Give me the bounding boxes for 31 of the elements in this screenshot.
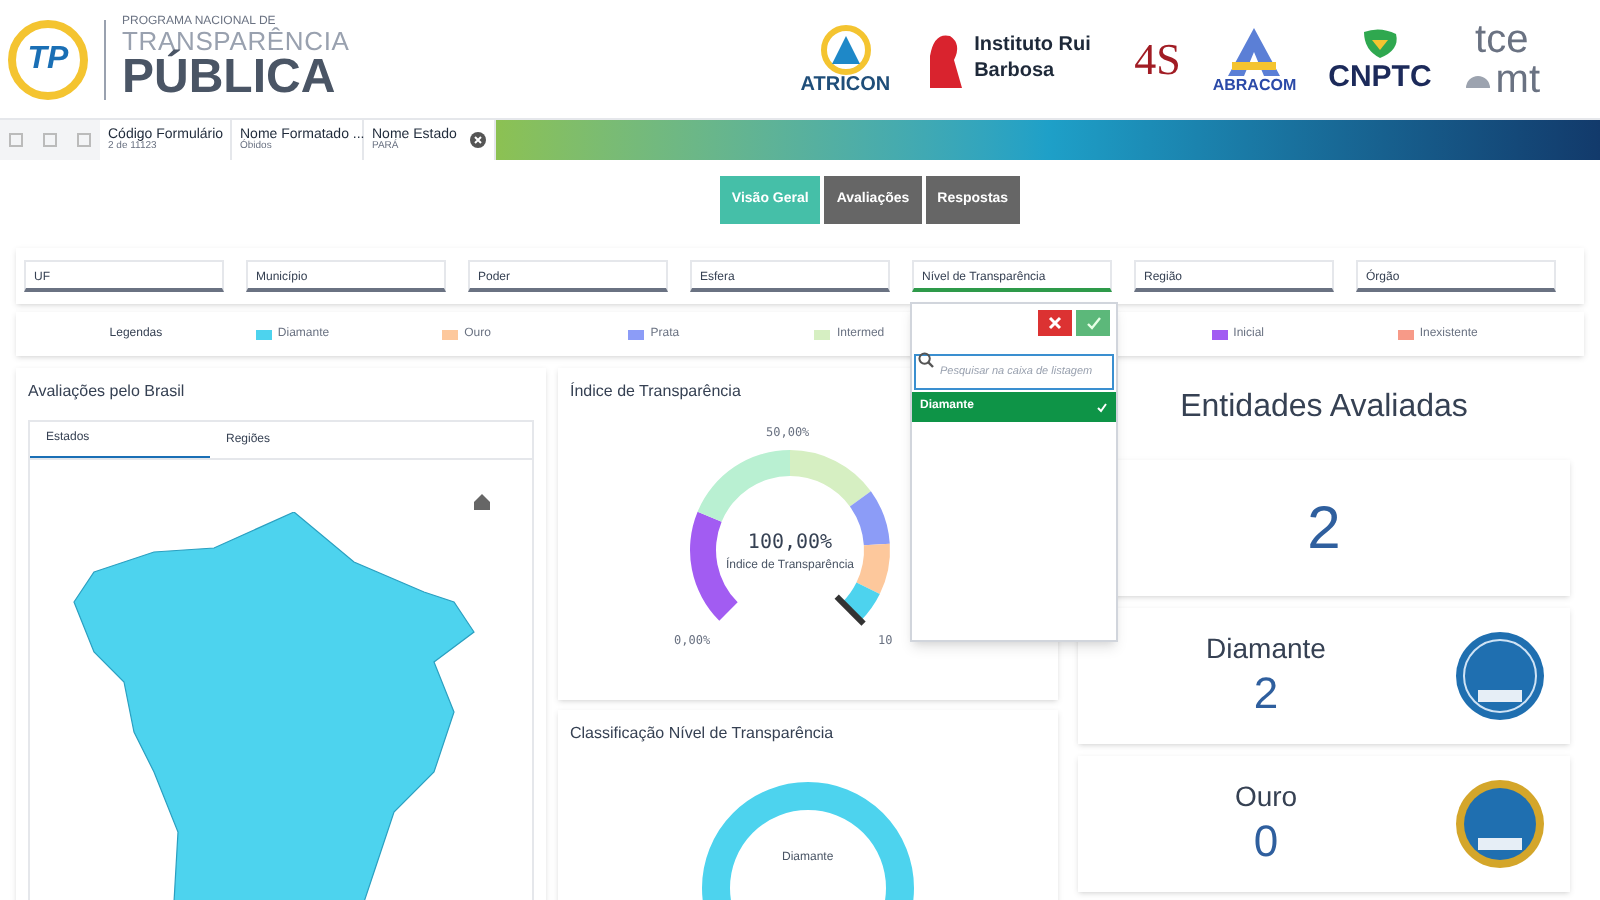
logo-title: TRANSPARÊNCIA (122, 28, 350, 54)
clear-selection-icon[interactable] (470, 132, 486, 148)
atricon-logo-icon (819, 23, 872, 75)
summary-title: Entidades Avaliadas (1180, 388, 1468, 428)
anniversary-mark: 4S (1134, 37, 1181, 81)
cancel-button[interactable] (1038, 310, 1072, 336)
level-count: 0 (1253, 814, 1279, 869)
partner-name: CNPTC (1328, 62, 1432, 92)
close-icon (1048, 316, 1062, 330)
partner-name: ATRICON (800, 75, 891, 95)
total-count: 2 (1307, 493, 1341, 565)
check-icon (1096, 401, 1108, 413)
level-name: Ouro (1234, 779, 1298, 814)
home-icon[interactable] (472, 492, 492, 512)
partner-name: Instituto Rui Barbosa (974, 34, 1093, 84)
logo-mark: TP (8, 19, 88, 99)
partner-name: tce (1475, 19, 1529, 59)
level-count: 2 (1253, 666, 1279, 721)
seal-icon (1454, 778, 1546, 870)
panel-title: Avaliações pelo Brasil (28, 380, 187, 404)
gauge-value: 100,00% (747, 530, 833, 557)
logo-title: PÚBLICA (122, 54, 336, 102)
partner-name: mt (1495, 59, 1540, 99)
partner-name: ABRACOM (1212, 77, 1297, 93)
panel-title: Classificação Nível de Transparência (570, 722, 836, 746)
level-name: Diamante (1206, 631, 1326, 666)
abracom-logo-icon (1224, 25, 1285, 77)
search-icon (918, 352, 934, 368)
check-icon (1085, 316, 1101, 330)
seal-icon (1454, 630, 1546, 722)
panel-title: Índice de Transparência (570, 380, 741, 404)
